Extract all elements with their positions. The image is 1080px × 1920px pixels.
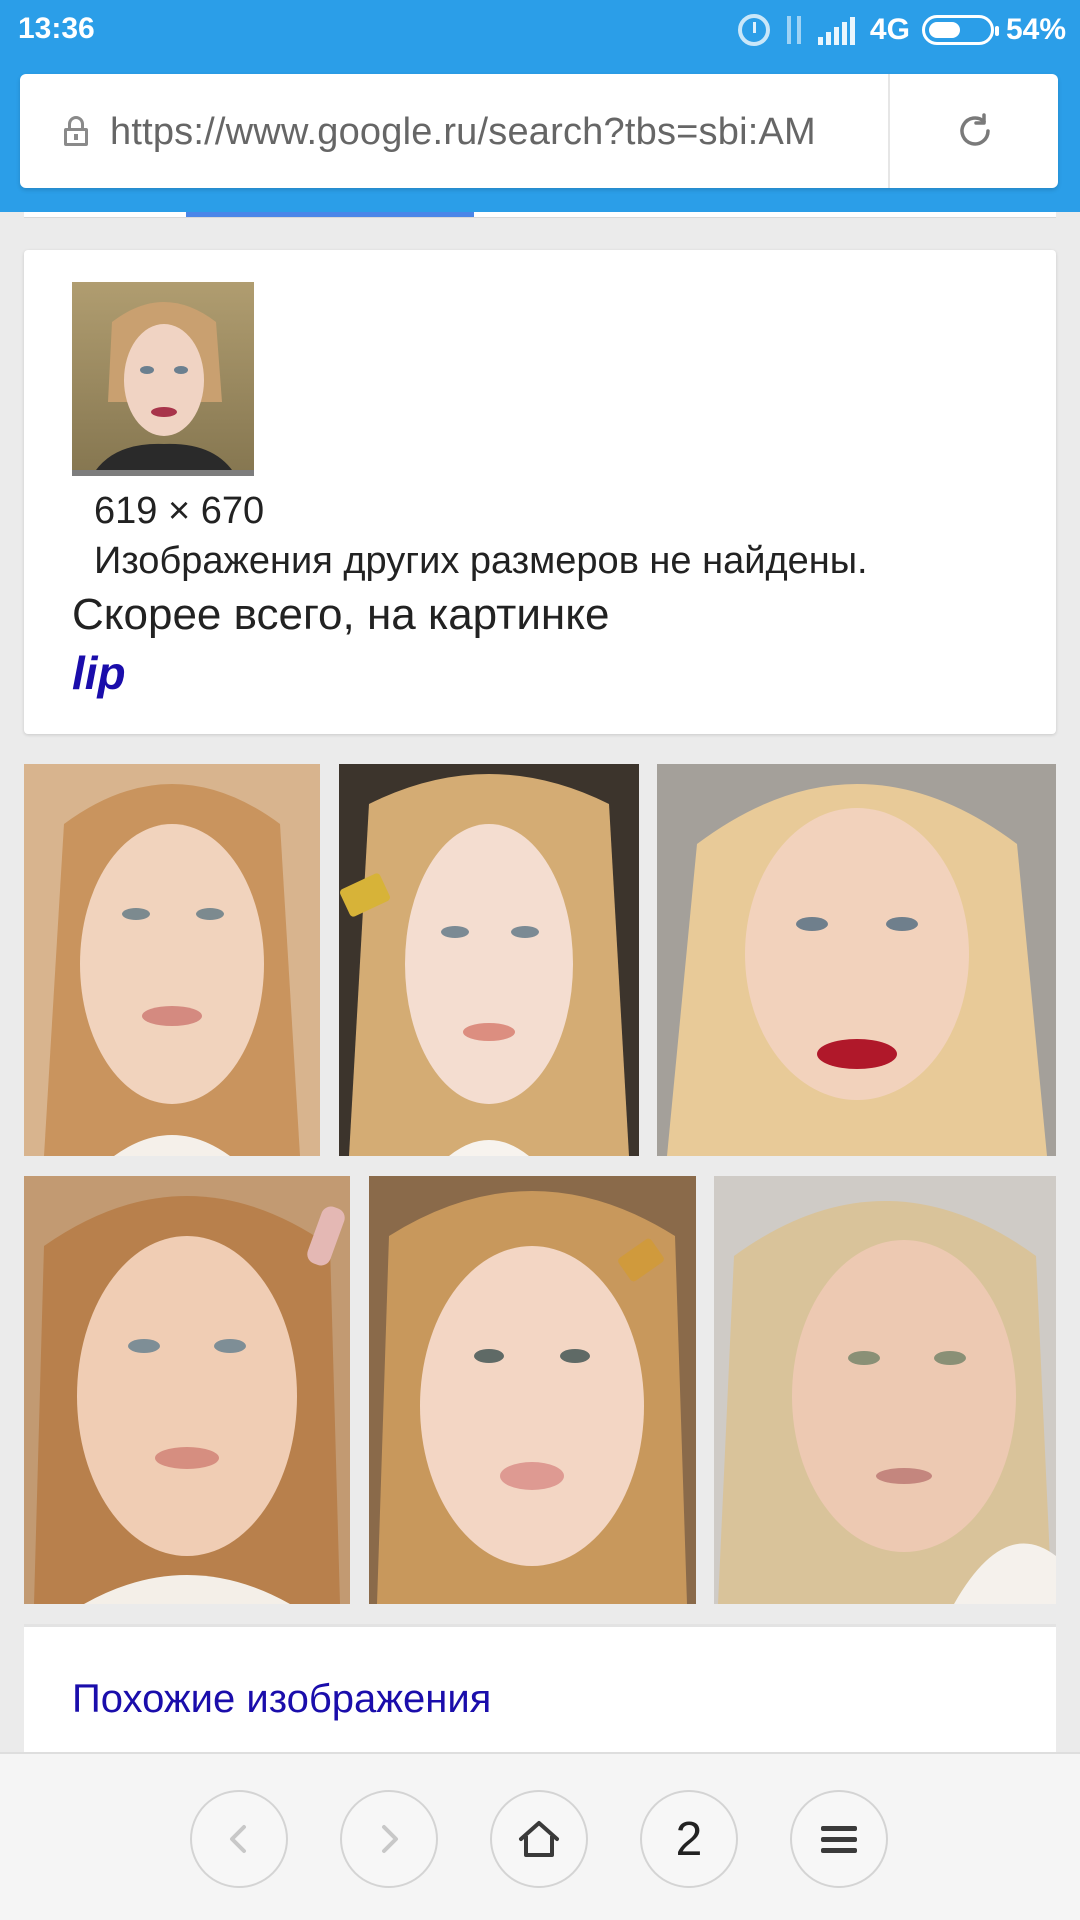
signal-icon bbox=[817, 15, 858, 45]
address-bar-divider bbox=[888, 74, 890, 188]
best-guess-link[interactable]: lip bbox=[72, 646, 126, 700]
address-bar[interactable]: https://www.google.ru/search?tbs=sbi:AM bbox=[20, 74, 1058, 188]
active-tab-indicator bbox=[186, 212, 474, 217]
tabs-button[interactable]: 2 bbox=[640, 1790, 738, 1888]
image-dimensions: 619 × 670 bbox=[94, 490, 265, 532]
bottom-navigation-bar: 2 bbox=[0, 1752, 1080, 1920]
query-image-thumbnail[interactable] bbox=[72, 282, 254, 476]
menu-button[interactable] bbox=[790, 1790, 888, 1888]
home-button[interactable] bbox=[490, 1790, 588, 1888]
result-image-4[interactable] bbox=[24, 1176, 350, 1604]
tab-count: 2 bbox=[675, 1812, 703, 1866]
battery-icon bbox=[921, 15, 999, 45]
status-time: 13:36 bbox=[18, 12, 95, 45]
best-guess-label: Скорее всего, на картинке bbox=[72, 590, 610, 639]
other-sizes-message: Изображения других размеров не найдены. bbox=[94, 540, 868, 582]
result-image-2[interactable] bbox=[339, 764, 639, 1156]
result-image-6[interactable] bbox=[714, 1176, 1056, 1604]
similar-images-card: Похожие изображения bbox=[24, 1624, 1056, 1754]
image-info-card: 619 × 670 Изображения других размеров не… bbox=[24, 250, 1056, 734]
url-field[interactable]: https://www.google.ru/search?tbs=sbi:AM bbox=[110, 104, 900, 160]
forward-icon bbox=[382, 1825, 398, 1853]
forward-button[interactable] bbox=[340, 1790, 438, 1888]
browser-top-chrome: 13:36 4G 54% https://www.google.ru/searc… bbox=[0, 0, 1080, 212]
network-type: 4G bbox=[869, 13, 910, 46]
similar-images-link[interactable]: Похожие изображения bbox=[72, 1677, 491, 1722]
reload-icon[interactable] bbox=[954, 110, 996, 152]
status-icons: 4G 54% bbox=[737, 10, 1066, 50]
result-image-1[interactable] bbox=[24, 764, 320, 1156]
search-tabs-strip bbox=[24, 212, 1056, 218]
result-image-5[interactable] bbox=[369, 1176, 696, 1604]
back-button[interactable] bbox=[190, 1790, 288, 1888]
lock-icon bbox=[64, 116, 88, 146]
battery-percent: 54% bbox=[1005, 13, 1066, 46]
result-image-3[interactable] bbox=[657, 764, 1056, 1156]
home-icon bbox=[519, 1821, 559, 1857]
menu-icon bbox=[821, 1826, 857, 1853]
back-icon bbox=[230, 1825, 246, 1853]
status-bar: 13:36 4G 54% bbox=[0, 0, 1080, 60]
alarm-icon bbox=[737, 14, 770, 46]
data-transfer-icon bbox=[782, 14, 806, 46]
